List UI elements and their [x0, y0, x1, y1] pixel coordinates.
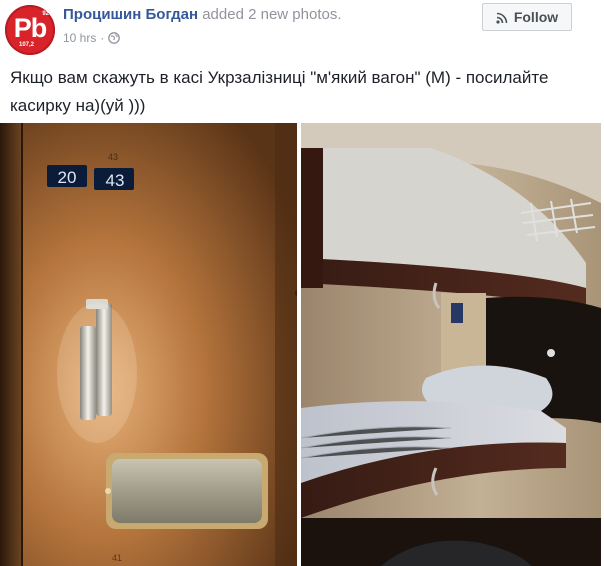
post-author-line: Процишин Богдан added 2 new photos. — [63, 6, 342, 23]
globe-icon[interactable] — [108, 32, 121, 44]
photo-door-image: 20 43 43 41 — [0, 123, 297, 566]
photo-compartment-image — [301, 123, 601, 566]
avatar-logo-number-bottom: 107,2 — [19, 42, 35, 48]
post-timestamp[interactable]: 10 hrs — [63, 31, 96, 45]
post-text-line-1: Якщо вам скажуть в касі Укрзалізниці "м'… — [10, 68, 549, 87]
avatar-logo-text: Pb — [13, 13, 48, 43]
door-scribble-top: 43 — [108, 152, 118, 162]
author-name-link[interactable]: Процишин Богдан — [63, 6, 198, 23]
photo-door[interactable]: 20 43 43 41 — [0, 123, 297, 566]
follow-button[interactable]: Follow — [482, 3, 572, 31]
photo-compartment[interactable] — [301, 123, 601, 566]
meta-separator: · — [100, 31, 105, 45]
post-text-line-2: касирку на)(уй ))) — [10, 96, 146, 115]
post-action-text: added 2 new photos. — [202, 6, 342, 23]
post-meta: 10 hrs · — [63, 31, 121, 45]
rss-icon — [496, 11, 508, 24]
post-text: Якщо вам скажуть в касі Укрзалізниці "м'… — [10, 64, 596, 120]
plate-number-2: 43 — [106, 171, 125, 190]
post-header: 92 Pb 107,2 Процишин Богдан added 2 new … — [0, 0, 604, 58]
plate-number-1: 20 — [58, 168, 77, 187]
avatar[interactable]: 92 Pb 107,2 — [5, 5, 55, 55]
door-scribble-bottom: 41 — [112, 553, 122, 563]
follow-button-label: Follow — [513, 9, 559, 25]
